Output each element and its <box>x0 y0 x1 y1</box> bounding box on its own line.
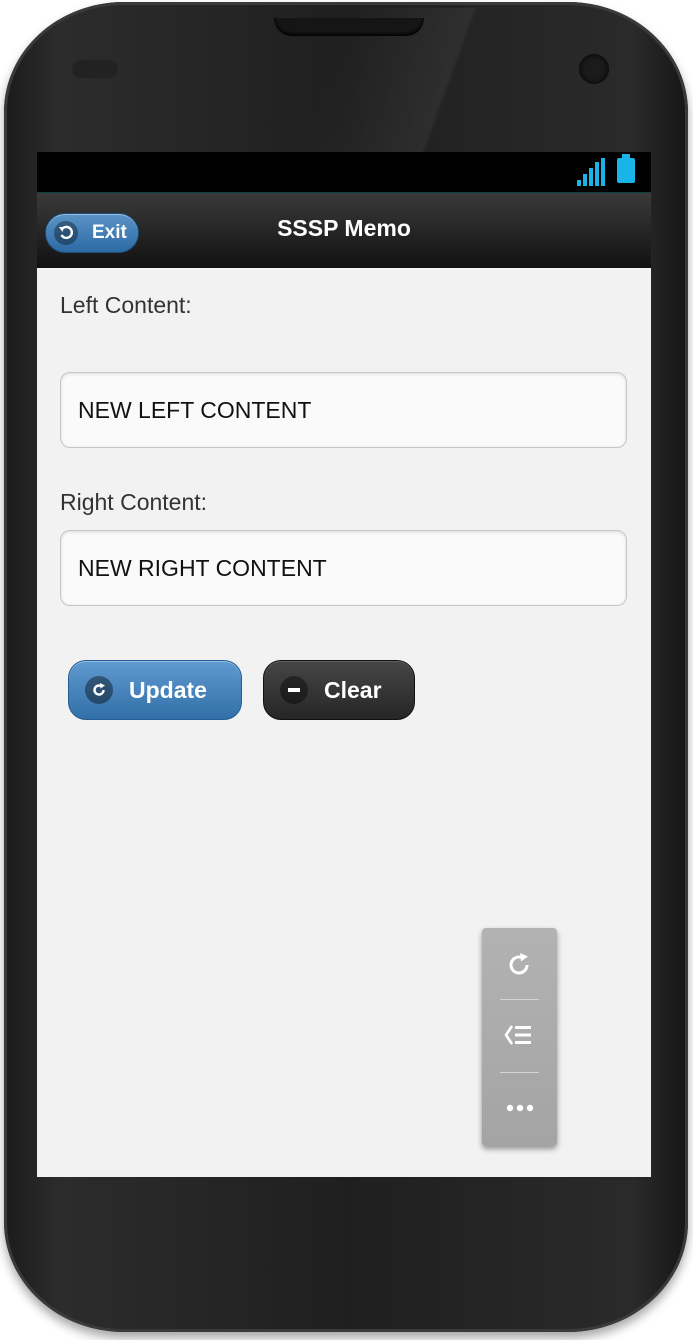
float-more-button[interactable] <box>482 1073 557 1143</box>
signal-icon <box>577 158 605 186</box>
float-refresh-button[interactable] <box>482 930 557 1000</box>
clear-button-label: Clear <box>324 676 382 703</box>
status-bar <box>37 152 651 192</box>
more-icon <box>506 1104 533 1112</box>
right-content-input[interactable]: NEW RIGHT CONTENT <box>60 530 627 606</box>
proximity-sensor <box>72 60 118 78</box>
float-back-list-button[interactable] <box>482 1000 557 1070</box>
header-bar: Exit SSSP Memo <box>37 192 651 269</box>
screen: Exit SSSP Memo Left Content: NEW LEFT CO… <box>37 152 651 1177</box>
minus-icon <box>280 676 308 704</box>
left-content-input[interactable]: NEW LEFT CONTENT <box>60 372 627 448</box>
front-camera <box>579 54 609 84</box>
back-list-icon <box>503 1025 531 1045</box>
right-content-label: Right Content: <box>60 489 208 515</box>
floating-menu <box>482 928 557 1146</box>
left-content-label: Left Content: <box>60 292 192 318</box>
refresh-icon <box>509 953 528 975</box>
main-content: Left Content: NEW LEFT CONTENT Right Con… <box>37 268 651 1177</box>
clear-button[interactable]: Clear <box>263 660 415 720</box>
update-button[interactable]: Update <box>68 660 242 720</box>
battery-icon <box>617 154 635 183</box>
refresh-icon <box>85 676 113 704</box>
update-button-label: Update <box>129 676 207 703</box>
page-title: SSSP Memo <box>277 215 411 241</box>
earpiece-speaker <box>274 18 424 36</box>
